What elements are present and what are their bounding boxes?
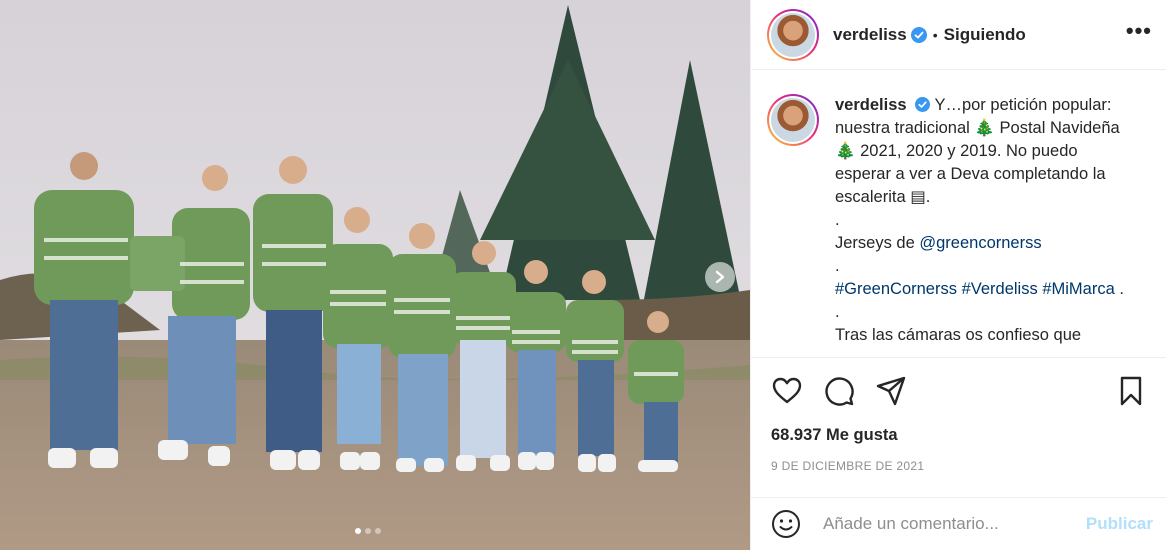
caption-line: . bbox=[835, 303, 840, 321]
family-photo-image bbox=[0, 0, 750, 550]
post-photo[interactable] bbox=[0, 0, 750, 550]
caption-line: Tras las cámaras os confieso que bbox=[835, 326, 1082, 344]
post-sidebar: verdeliss • Siguiendo ••• verdeliss Y…po… bbox=[750, 0, 1166, 550]
post-date[interactable]: 9 DE DICIEMBRE DE 2021 bbox=[771, 459, 924, 473]
caption-username[interactable]: verdeliss bbox=[835, 96, 907, 114]
caption-line: nuestra tradicional 🎄 Postal Navideña bbox=[835, 119, 1120, 137]
carousel-dot-3 bbox=[375, 528, 381, 534]
mention-link[interactable]: @greencornerss bbox=[919, 234, 1041, 252]
likes-count[interactable]: 68.937 Me gusta bbox=[771, 426, 898, 445]
caption-line: . bbox=[835, 211, 840, 229]
hashtag-link[interactable]: #MiMarca bbox=[1042, 280, 1114, 298]
caption-section: verdeliss Y…por petición popular: nuestr… bbox=[751, 70, 1166, 357]
verified-badge-icon bbox=[910, 26, 927, 43]
hashtag-link[interactable]: #Verdeliss bbox=[962, 280, 1038, 298]
comment-bar: Publicar bbox=[751, 497, 1166, 550]
publish-button[interactable]: Publicar bbox=[1086, 514, 1153, 534]
chevron-right-icon bbox=[715, 270, 725, 284]
comment-icon[interactable] bbox=[823, 375, 855, 407]
post-header: verdeliss • Siguiendo ••• bbox=[751, 0, 1166, 70]
bookmark-icon[interactable] bbox=[1115, 375, 1147, 407]
caption-line: Jerseys de bbox=[835, 234, 920, 252]
following-button[interactable]: Siguiendo bbox=[944, 25, 1026, 45]
share-icon[interactable] bbox=[875, 375, 907, 407]
carousel-dot-2 bbox=[365, 528, 371, 534]
emoji-icon[interactable] bbox=[771, 509, 801, 539]
hashtag-link[interactable]: #GreenCornerss bbox=[835, 280, 957, 298]
avatar-image bbox=[771, 12, 815, 57]
caption-line: esperar a ver a Deva completando la bbox=[835, 165, 1106, 183]
comment-input[interactable] bbox=[823, 514, 1073, 534]
caption-avatar[interactable] bbox=[767, 94, 819, 146]
carousel-next-button[interactable] bbox=[705, 262, 735, 292]
author-avatar[interactable] bbox=[767, 8, 819, 61]
caption-line: escalerita ▤. bbox=[835, 188, 931, 206]
post-actions bbox=[751, 357, 1166, 423]
header-separator: • bbox=[932, 26, 938, 43]
avatar-image bbox=[771, 98, 815, 142]
heart-icon[interactable] bbox=[771, 375, 803, 407]
caption-line: . bbox=[1114, 280, 1124, 298]
caption-text: verdeliss Y…por petición popular: nuestr… bbox=[835, 94, 1153, 357]
verified-badge-icon bbox=[915, 97, 931, 112]
more-options-button[interactable]: ••• bbox=[1126, 19, 1152, 44]
caption-line: . bbox=[835, 257, 840, 275]
carousel-dot-1 bbox=[355, 528, 361, 534]
caption-line: 🎄 2021, 2020 y 2019. No puedo bbox=[835, 142, 1078, 160]
author-username[interactable]: verdeliss bbox=[833, 25, 907, 45]
caption-line: Y…por petición popular: bbox=[934, 96, 1112, 114]
carousel-indicator bbox=[355, 528, 381, 534]
